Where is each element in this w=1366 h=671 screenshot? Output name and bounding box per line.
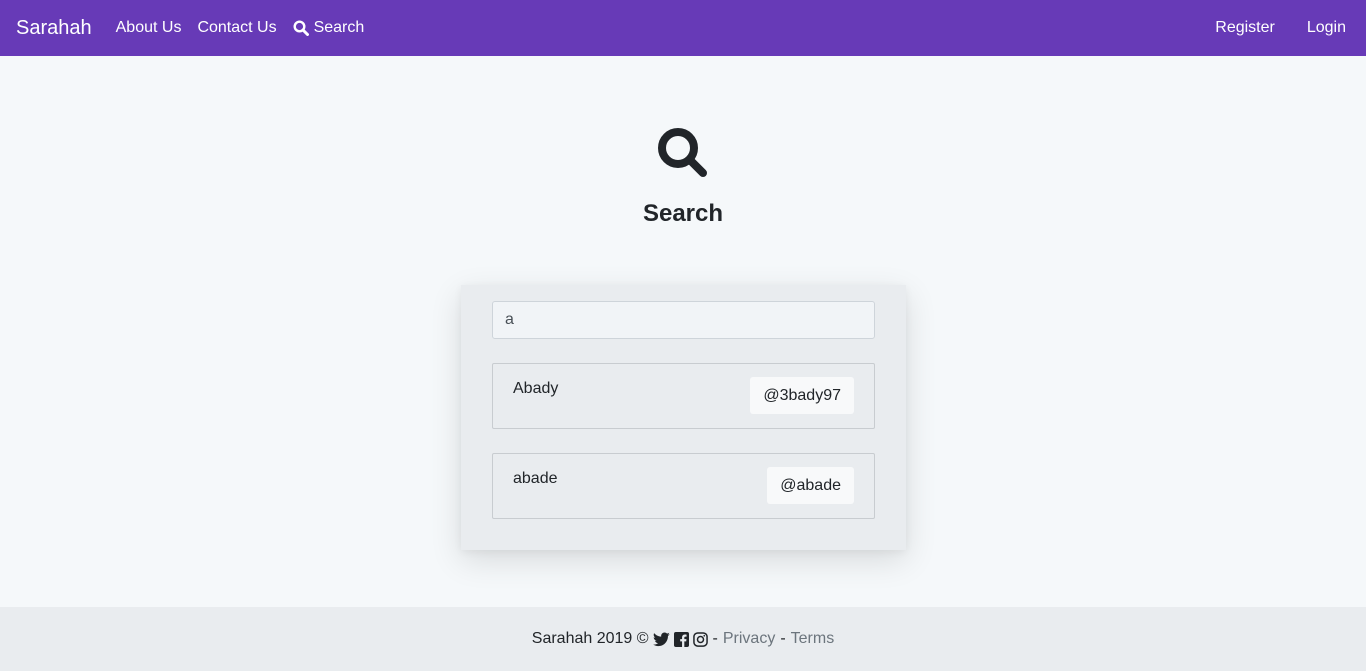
search-card: Abady @3bady97 abade @abade: [461, 285, 906, 550]
nav-login[interactable]: Login: [1307, 19, 1346, 37]
nav-search-label: Search: [313, 19, 365, 36]
nav-register[interactable]: Register: [1215, 19, 1275, 37]
nav-contact-us[interactable]: Contact Us: [197, 19, 276, 37]
navbar: Sarahah About Us Contact Us Search Regis…: [0, 0, 1366, 56]
nav-search[interactable]: Search: [293, 19, 365, 37]
nav-right: Register Login: [1183, 19, 1350, 37]
footer: Sarahah 2019 © - Privacy - Terms: [0, 607, 1366, 671]
twitter-icon[interactable]: [652, 631, 670, 647]
result-name: abade: [513, 470, 558, 487]
footer-separator: -: [780, 630, 786, 647]
footer-copyright: Sarahah 2019 ©: [531, 630, 649, 647]
terms-link[interactable]: Terms: [791, 630, 835, 648]
search-input[interactable]: [492, 301, 875, 339]
result-card[interactable]: abade @abade: [492, 453, 875, 519]
search-icon: [658, 128, 707, 177]
result-card[interactable]: Abady @3bady97: [492, 363, 875, 429]
nav-about-us[interactable]: About Us: [116, 19, 182, 37]
privacy-link[interactable]: Privacy: [723, 630, 775, 648]
page-title: Search: [642, 200, 724, 227]
search-icon: [293, 20, 309, 36]
instagram-icon[interactable]: [692, 631, 708, 647]
footer-separator: -: [712, 630, 718, 647]
result-handle-badge[interactable]: @abade: [767, 467, 854, 504]
facebook-icon[interactable]: [673, 631, 689, 647]
result-handle-badge[interactable]: @3bady97: [750, 377, 854, 414]
result-name: Abady: [513, 380, 559, 397]
brand-link[interactable]: Sarahah: [16, 17, 92, 40]
